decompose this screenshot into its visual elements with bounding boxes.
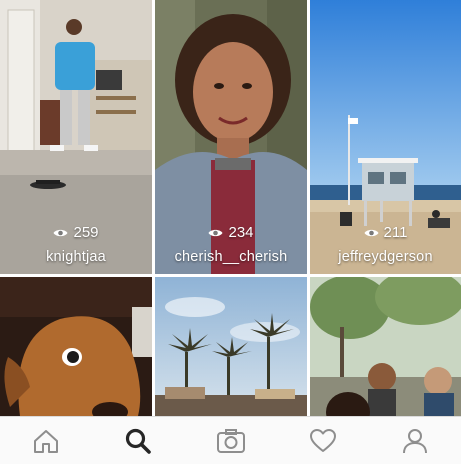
eye-icon	[208, 229, 223, 237]
username-label: cherish__cherish	[174, 249, 288, 265]
eye-icon	[364, 229, 379, 237]
photo-people-outdoors	[310, 277, 461, 416]
view-count-value: 234	[228, 224, 254, 241]
tab-profile[interactable]	[369, 417, 461, 464]
view-count: 259	[0, 224, 152, 242]
view-count: 234	[155, 224, 307, 242]
explore-tile-cherish[interactable]: 234 cherish__cherish	[155, 0, 307, 274]
photo-palm-trees	[155, 277, 307, 416]
search-icon	[126, 428, 152, 454]
tab-home[interactable]	[0, 417, 92, 464]
username-label: jeffreydgerson	[338, 249, 433, 265]
profile-icon	[402, 428, 427, 453]
explore-tile-palms[interactable]	[155, 277, 307, 416]
bottom-tab-bar	[0, 416, 461, 464]
username-label: knightjaa	[46, 249, 106, 265]
heart-icon	[309, 428, 336, 452]
view-count-value: 259	[73, 224, 99, 241]
home-icon	[34, 429, 59, 453]
photo-dog	[0, 277, 152, 416]
camera-icon	[216, 428, 245, 453]
explore-tile-knightjaa[interactable]: 259 knightjaa	[0, 0, 152, 274]
eye-icon	[53, 229, 68, 237]
explore-tile-dog[interactable]	[0, 277, 152, 416]
tab-activity[interactable]	[277, 417, 369, 464]
explore-tile-people[interactable]	[310, 277, 461, 416]
explore-grid: 259 knightjaa 234 cherish__cherish 211 j…	[0, 0, 461, 416]
view-count: 211	[310, 224, 461, 242]
tab-camera[interactable]	[184, 417, 276, 464]
explore-tile-jeffreydgerson[interactable]: 211 jeffreydgerson	[310, 0, 461, 274]
view-count-value: 211	[383, 224, 408, 241]
tab-search[interactable]	[92, 417, 184, 464]
